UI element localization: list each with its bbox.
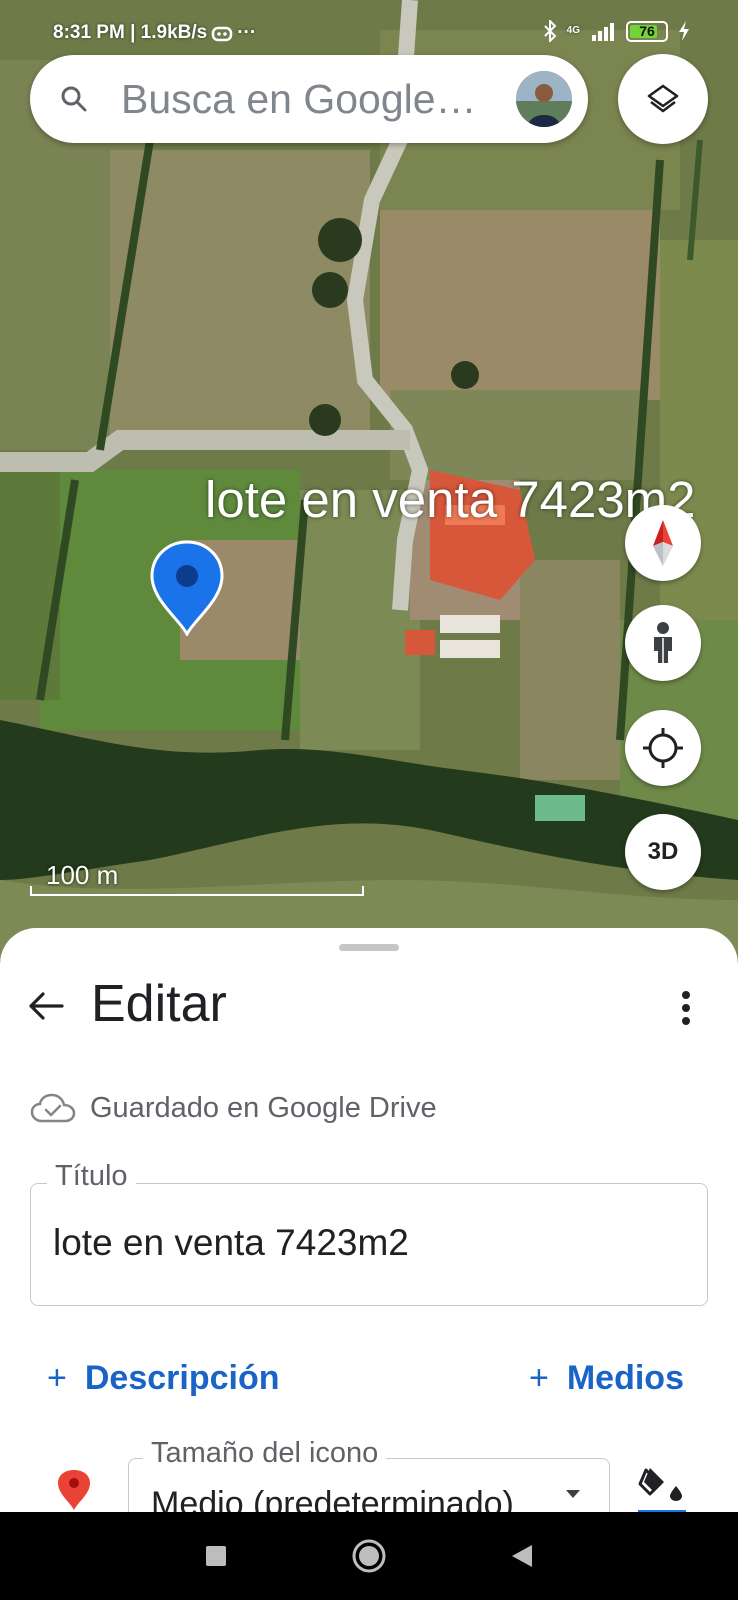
circle-icon: [352, 1539, 386, 1573]
street-view-button[interactable]: [625, 605, 701, 681]
home-button[interactable]: [351, 1538, 387, 1574]
network-type: 4G: [566, 25, 580, 36]
more-options-button[interactable]: [666, 980, 706, 1036]
scale-bar: [30, 886, 364, 896]
cloud-done-icon: [30, 1093, 76, 1123]
title-field-label: Título: [47, 1160, 136, 1193]
charging-icon: [679, 21, 689, 41]
map-scale: 100 m: [30, 860, 364, 896]
icon-size-value: Medio (predeterminado): [151, 1485, 514, 1512]
title-field[interactable]: Título lote en venta 7423m2: [30, 1160, 708, 1306]
compass-button[interactable]: [625, 505, 701, 581]
map-marker-label: lote en venta 7423m2: [205, 471, 696, 528]
page-title: Editar: [91, 975, 227, 1033]
title-field-value[interactable]: lote en venta 7423m2: [53, 1222, 409, 1264]
battery-icon: 76: [626, 20, 668, 42]
bluetooth-icon: [543, 20, 557, 42]
icon-size-select[interactable]: Tamaño del icono Medio (predeterminado): [128, 1437, 610, 1512]
signal-icon: [592, 23, 614, 41]
add-description-button[interactable]: + Descripción: [47, 1353, 279, 1403]
status-time-speed: 8:31 PM | 1.9kB/s: [53, 22, 208, 43]
arrow-back-icon: [29, 992, 64, 1020]
avatar[interactable]: [516, 71, 572, 127]
map-marker-icon[interactable]: [150, 540, 224, 636]
recents-button[interactable]: [198, 1538, 234, 1574]
search-input[interactable]: Busca en Google ...: [121, 76, 481, 123]
more-vert-icon: [682, 991, 690, 1025]
add-media-button[interactable]: + Medios: [529, 1353, 684, 1403]
icon-size-label: Tamaño del icono: [143, 1437, 387, 1470]
layers-button[interactable]: [618, 54, 708, 144]
plus-icon: +: [529, 1358, 549, 1397]
save-status-text: Guardado en Google Drive: [90, 1091, 437, 1124]
pegman-icon: [654, 622, 672, 663]
plus-icon: +: [47, 1358, 67, 1397]
fill-color-icon[interactable]: [636, 1460, 688, 1512]
edit-sheet: Editar Guardado en Google Drive Título l…: [0, 928, 738, 1512]
add-description-label: Descripción: [84, 1358, 280, 1397]
triangle-back-icon: [512, 1545, 532, 1567]
my-location-button[interactable]: [625, 710, 701, 786]
status-more-icon: ···: [237, 22, 257, 43]
search-icon: [61, 86, 87, 112]
square-icon: [206, 1546, 226, 1566]
system-nav-bar: [0, 1512, 738, 1600]
layers-icon: [647, 84, 679, 113]
back-button[interactable]: [22, 982, 70, 1030]
back-nav-button[interactable]: [504, 1538, 540, 1574]
battery-level: 76: [639, 23, 655, 39]
3d-button[interactable]: 3D: [625, 814, 701, 890]
add-media-label: Medios: [566, 1358, 684, 1397]
crosshair-icon: [643, 728, 683, 768]
robot-icon: [211, 26, 233, 42]
satellite-map[interactable]: 8:31 PM | 1.9kB/s ··· 4G 76 Busca en Goo…: [0, 0, 738, 960]
save-status: Guardado en Google Drive: [30, 1088, 437, 1128]
search-bar[interactable]: Busca en Google ...: [30, 55, 588, 143]
drag-handle[interactable]: [339, 944, 399, 951]
compass-icon: [653, 520, 673, 566]
dropdown-arrow-icon: [566, 1490, 580, 1498]
location-pin-icon: [58, 1470, 90, 1510]
